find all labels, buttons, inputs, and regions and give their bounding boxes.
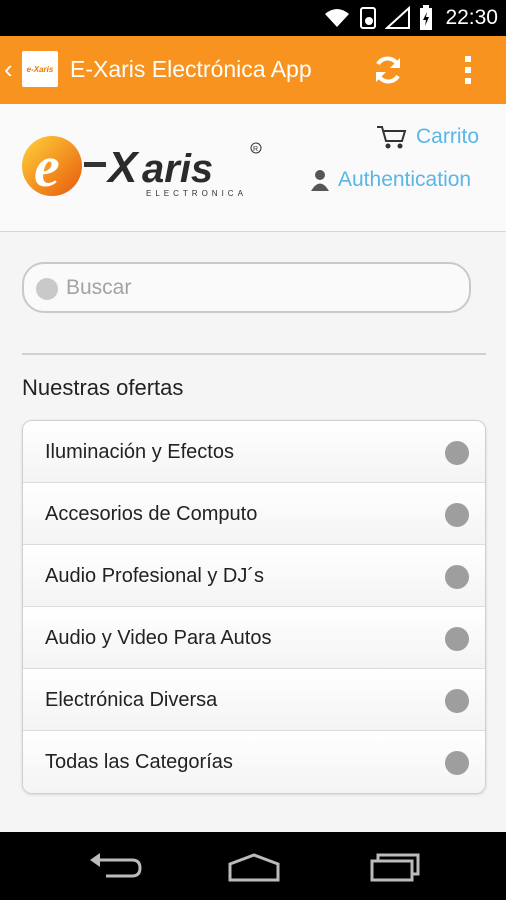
divider: [22, 353, 486, 355]
authentication-link[interactable]: Authentication: [310, 168, 471, 192]
refresh-icon[interactable]: [370, 52, 406, 88]
status-bar: 22:30: [0, 0, 506, 36]
app-icon[interactable]: e-Xaris: [22, 51, 58, 87]
list-item-indicator-icon: [445, 441, 469, 465]
section-title: Nuestras ofertas: [22, 375, 184, 400]
status-icons: 22:30: [323, 0, 498, 36]
list-item-label: Electrónica Diversa: [45, 689, 218, 711]
data-sync-icon: [360, 7, 377, 29]
signal-icon: [385, 6, 411, 29]
svg-text:ELECTRONICA: ELECTRONICA: [146, 189, 247, 198]
svg-text:e: e: [34, 134, 60, 199]
search-icon: [36, 278, 58, 300]
list-item-label: Iluminación y Efectos: [45, 441, 234, 463]
back-chevron-icon[interactable]: ‹: [4, 54, 13, 84]
offers-list: Iluminación y Efectos Accesorios de Comp…: [22, 420, 486, 794]
status-time: 22:30: [445, 6, 498, 29]
shopping-cart-icon: [377, 126, 407, 149]
user-icon: [311, 170, 329, 191]
list-item[interactable]: Iluminación y Efectos: [23, 421, 485, 483]
recent-apps-icon[interactable]: [366, 852, 426, 882]
list-item-indicator-icon: [445, 751, 469, 775]
list-item[interactable]: Audio Profesional y DJ´s: [23, 545, 485, 607]
search-box[interactable]: [22, 262, 471, 313]
list-item-label: Audio Profesional y DJ´s: [45, 565, 264, 587]
list-item-indicator-icon: [445, 503, 469, 527]
back-icon[interactable]: [84, 852, 144, 882]
authentication-label: Authentication: [338, 168, 472, 191]
list-item-indicator-icon: [445, 627, 469, 651]
svg-text:R: R: [253, 146, 258, 153]
list-item-label: Audio y Video Para Autos: [45, 627, 272, 649]
list-item[interactable]: Todas las Categorías: [23, 731, 485, 793]
app-icon-text: e-Xaris: [26, 64, 54, 74]
list-item-label: Accesorios de Computo: [45, 503, 258, 525]
list-item[interactable]: Accesorios de Computo: [23, 483, 485, 545]
exaris-logo[interactable]: e X aris ELECTRONICA R: [20, 124, 270, 206]
overflow-menu-icon[interactable]: [458, 52, 478, 88]
svg-text:aris: aris: [142, 147, 213, 191]
svg-text:X: X: [105, 143, 140, 192]
list-item-indicator-icon: [445, 565, 469, 589]
battery-icon: [420, 5, 433, 30]
list-item-indicator-icon: [445, 689, 469, 713]
search-input[interactable]: [66, 274, 456, 302]
list-item-label: Todas las Categorías: [45, 751, 233, 773]
cart-link[interactable]: Carrito: [376, 124, 479, 150]
list-item[interactable]: Audio y Video Para Autos: [23, 607, 485, 669]
home-icon[interactable]: [224, 852, 284, 882]
system-nav-bar: [0, 832, 506, 900]
app-title: E-Xaris Electrónica App: [70, 56, 312, 82]
cart-label: Carrito: [416, 125, 480, 148]
wifi-icon: [325, 9, 350, 27]
action-bar: ‹ e-Xaris E-Xaris Electrónica App: [0, 36, 506, 104]
list-item[interactable]: Electrónica Diversa: [23, 669, 485, 731]
page-header: e X aris ELECTRONICA R Carrito Authentic…: [0, 104, 506, 232]
